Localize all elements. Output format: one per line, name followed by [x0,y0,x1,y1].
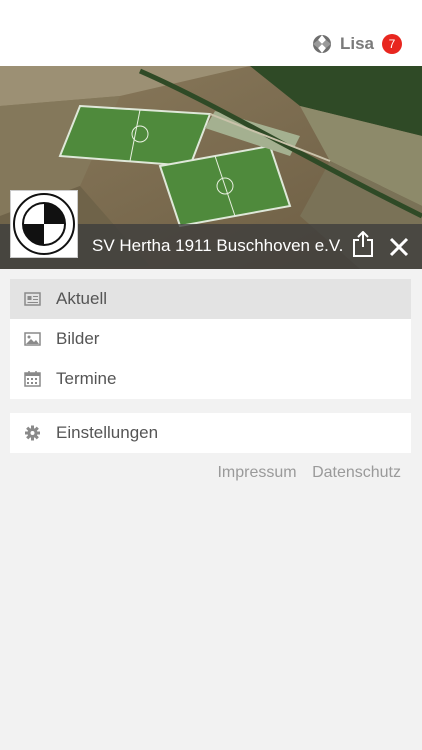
notification-badge[interactable]: 7 [382,34,402,54]
menu-item-aktuell[interactable]: Aktuell [10,279,411,319]
datenschutz-link[interactable]: Datenschutz [312,464,401,481]
menu-item-einstellungen[interactable]: Einstellungen [10,413,411,453]
app-logo-icon [312,35,331,53]
menu-item-label: Termine [56,369,117,388]
main-menu: Aktuell Bilder Termine [10,279,411,399]
user-account[interactable]: Lisa 7 [312,32,402,56]
calendar-icon [24,371,41,387]
gear-icon [25,425,40,441]
menu-item-label: Bilder [56,329,100,348]
menu-item-label: Einstellungen [56,423,159,442]
top-bar: Lisa 7 [0,0,422,66]
impressum-link[interactable]: Impressum [217,464,296,481]
close-icon[interactable] [388,236,410,258]
newspaper-icon [24,292,41,306]
user-name: Lisa [339,34,374,53]
menu-item-termine[interactable]: Termine [10,359,411,399]
menu-item-bilder[interactable]: Bilder [10,319,411,359]
club-name: SV Hertha 1911 Buschhoven e.V. [92,236,344,255]
share-icon[interactable] [351,231,375,257]
image-icon [24,332,41,346]
footer-links: Impressum Datenschutz [206,464,401,482]
menu-item-label: Aktuell [56,289,108,308]
club-logo [10,190,78,258]
settings-menu: Einstellungen [10,413,411,453]
